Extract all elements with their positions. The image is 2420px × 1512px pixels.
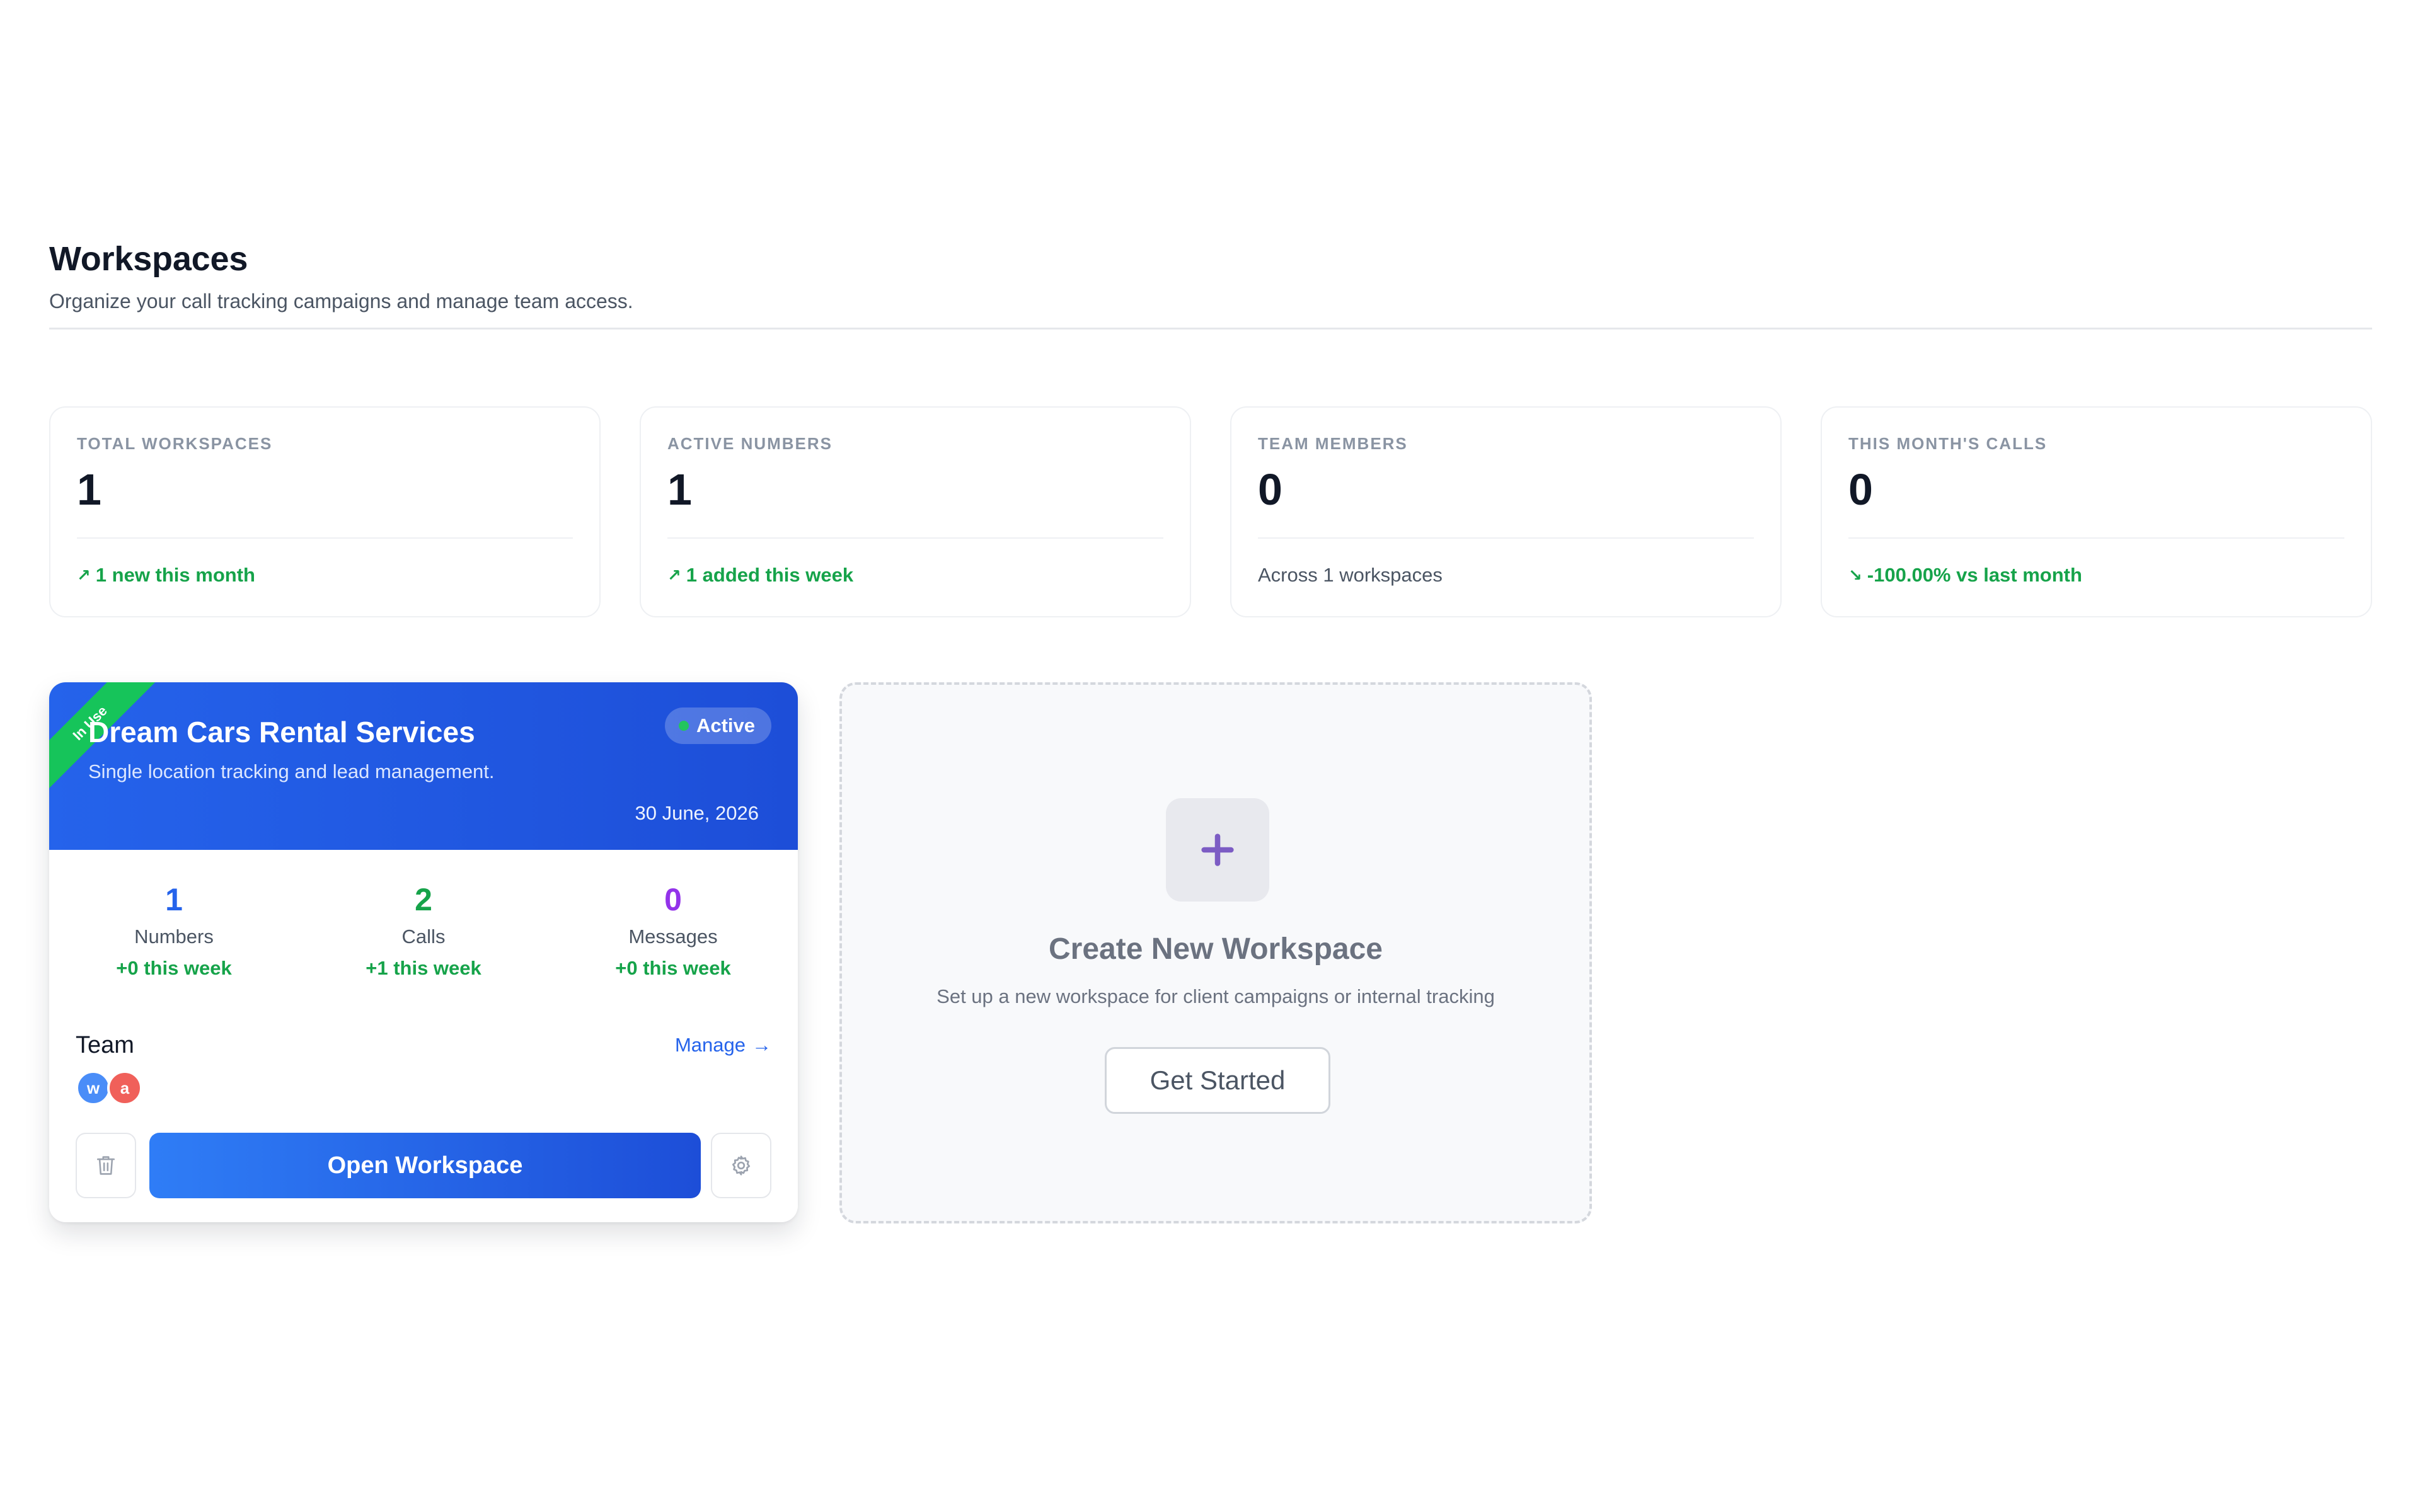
workspace-date: 30 June, 2026 [635,802,759,824]
metric-delta: +0 this week [116,957,232,979]
stat-foot: Across 1 workspaces [1258,564,1443,587]
metric-value: 2 [415,882,432,917]
metric-value: 1 [165,882,183,917]
stat-value: 0 [1258,465,1282,514]
trend-down-icon: ↘ [1848,565,1862,585]
workspace-card[interactable]: In Use Dream Cars Rental Services Single… [49,682,798,1222]
status-label: Active [696,714,755,736]
delete-workspace-button[interactable] [76,1133,136,1198]
avatar[interactable]: w [76,1070,111,1106]
metric-label: Calls [401,925,446,948]
stat-divider [77,537,573,539]
metric-messages: 0 Messages +0 this week [548,884,798,980]
stat-label: TOTAL WORKSPACES [77,434,273,453]
plus-box[interactable] [1166,798,1269,902]
manage-team-link[interactable]: Manage → [675,1034,771,1057]
stat-foot: ↗ 1 new this month [77,564,255,587]
stat-divider [667,537,1163,539]
stat-card-active-numbers: ACTIVE NUMBERS 1 ↗ 1 added this week [640,406,1191,617]
stat-card-monthly-calls: THIS MONTH'S CALLS 0 ↘ -100.00% vs last … [1821,406,2372,617]
status-dot-icon [678,721,689,731]
create-workspace-description: Set up a new workspace for client campai… [936,985,1495,1007]
stat-label: ACTIVE NUMBERS [667,434,833,453]
plus-icon [1201,833,1234,866]
trend-up-icon: ↗ [667,565,681,585]
stats-row: TOTAL WORKSPACES 1 ↗ 1 new this month AC… [49,406,2372,617]
create-workspace-title: Create New Workspace [1048,932,1383,966]
stat-foot-text: -100.00% vs last month [1867,564,2082,586]
stat-value: 1 [77,465,101,514]
team-avatars: w a [76,1070,142,1106]
get-started-button[interactable]: Get Started [1105,1047,1330,1114]
stat-divider [1258,537,1754,539]
metric-label: Numbers [134,925,214,948]
stat-card-total-workspaces: TOTAL WORKSPACES 1 ↗ 1 new this month [49,406,601,617]
metric-numbers: 1 Numbers +0 this week [49,884,299,980]
page-subtitle: Organize your call tracking campaigns an… [49,290,633,312]
manage-label: Manage [674,1034,746,1056]
gear-icon [732,1155,751,1176]
stat-foot: ↗ 1 added this week [667,564,853,587]
header-divider [49,328,2372,329]
stat-foot-text: 1 new this month [95,564,255,586]
trend-up-icon: ↗ [77,565,91,585]
page-header: Workspaces Organize your call tracking c… [49,239,2372,313]
stat-divider [1848,537,2344,539]
open-workspace-button[interactable]: Open Workspace [149,1133,701,1198]
trash-icon [96,1156,115,1175]
page-title: Workspaces [49,240,248,278]
create-workspace-card[interactable]: Create New Workspace Set up a new worksp… [839,682,1592,1223]
workspace-description: Single location tracking and lead manage… [88,760,495,782]
stat-value: 1 [667,465,692,514]
team-title: Team [76,1032,134,1058]
stat-foot-text: Across 1 workspaces [1258,564,1443,586]
metric-value: 0 [664,882,682,917]
workspace-banner: In Use Dream Cars Rental Services Single… [49,682,798,850]
metric-calls: 2 Calls +1 this week [299,884,548,980]
stat-label: TEAM MEMBERS [1258,434,1408,453]
stat-label: THIS MONTH'S CALLS [1848,434,2048,453]
metric-delta: +0 this week [615,957,731,979]
workspace-settings-button[interactable] [711,1133,771,1198]
avatar[interactable]: a [107,1070,142,1106]
stat-foot-text: 1 added this week [686,564,854,586]
workspace-name: Dream Cars Rental Services [88,716,475,748]
workspace-metrics: 1 Numbers +0 this week 2 Calls +1 this w… [49,884,798,980]
status-badge: Active [664,707,771,744]
stat-card-team-members: TEAM MEMBERS 0 Across 1 workspaces [1230,406,1782,617]
metric-label: Messages [628,925,718,948]
stat-foot: ↘ -100.00% vs last month [1848,564,2082,587]
arrow-right-icon: → [752,1034,771,1056]
metric-delta: +1 this week [366,957,481,979]
stat-value: 0 [1848,465,1873,514]
